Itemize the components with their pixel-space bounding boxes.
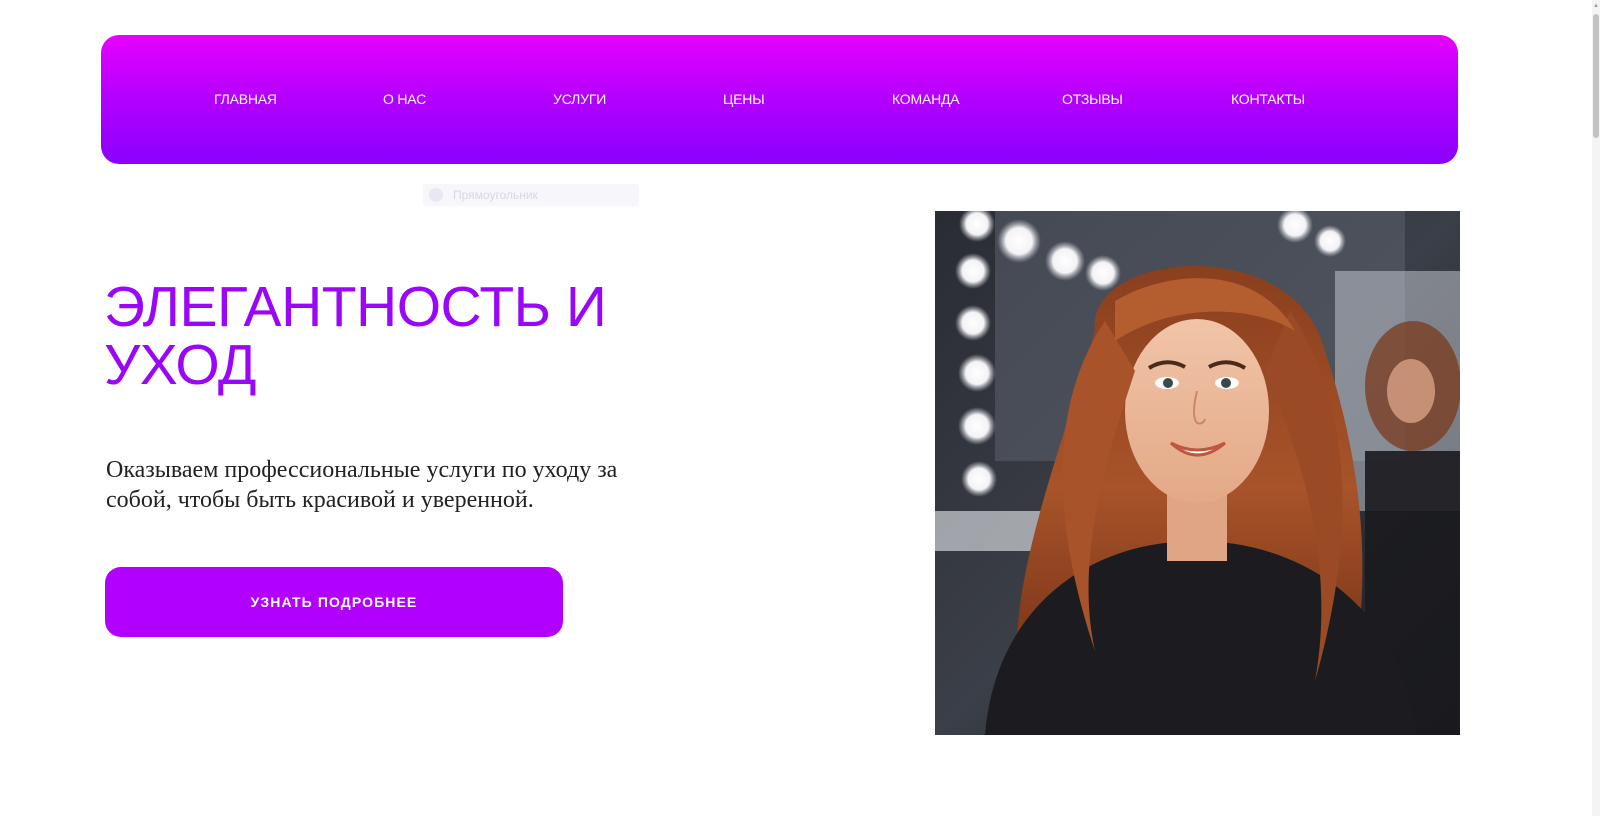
hero-description-line-1: Оказываем профессиональные услуги по ухо… <box>106 457 618 483</box>
layer-icon <box>429 188 443 202</box>
scrollbar-thumb[interactable] <box>1593 14 1599 138</box>
layer-ghost-label: Прямоугольник <box>423 184 639 206</box>
hero-description: Оказываем профессиональные услуги по ухо… <box>106 455 706 515</box>
nav-item-contacts[interactable]: КОНТАКТЫ <box>1231 91 1305 107</box>
hero-description-line-2: собой, чтобы быть красивой и уверенной. <box>106 487 534 513</box>
nav-item-team[interactable]: КОМАНДА <box>892 91 960 107</box>
learn-more-button[interactable]: УЗНАТЬ ПОДРОБНЕЕ <box>105 567 563 637</box>
nav-item-reviews[interactable]: ОТЗЫВЫ <box>1062 91 1123 107</box>
main-navbar: ГЛАВНАЯ О НАС УСЛУГИ ЦЕНЫ КОМАНДА ОТЗЫВЫ… <box>101 35 1458 164</box>
landing-page: ГЛАВНАЯ О НАС УСЛУГИ ЦЕНЫ КОМАНДА ОТЗЫВЫ… <box>0 0 1600 816</box>
arrow-up-icon[interactable]: ▲ <box>1593 2 1599 10</box>
nav-item-services[interactable]: УСЛУГИ <box>553 91 606 107</box>
nav-item-prices[interactable]: ЦЕНЫ <box>723 91 765 107</box>
layer-ghost-text: Прямоугольник <box>453 188 538 202</box>
nav-item-home[interactable]: ГЛАВНАЯ <box>214 91 277 107</box>
hero-title-line-1: ЭЛЕГАНТНОСТЬ И <box>104 275 607 339</box>
page-scrollbar[interactable]: ▲ <box>1592 0 1600 816</box>
woman-portrait-image <box>935 211 1460 735</box>
hero-title-line-2: УХОД <box>104 333 257 397</box>
nav-item-about[interactable]: О НАС <box>383 91 426 107</box>
hero-title: ЭЛЕГАНТНОСТЬ И УХОД <box>104 278 744 394</box>
